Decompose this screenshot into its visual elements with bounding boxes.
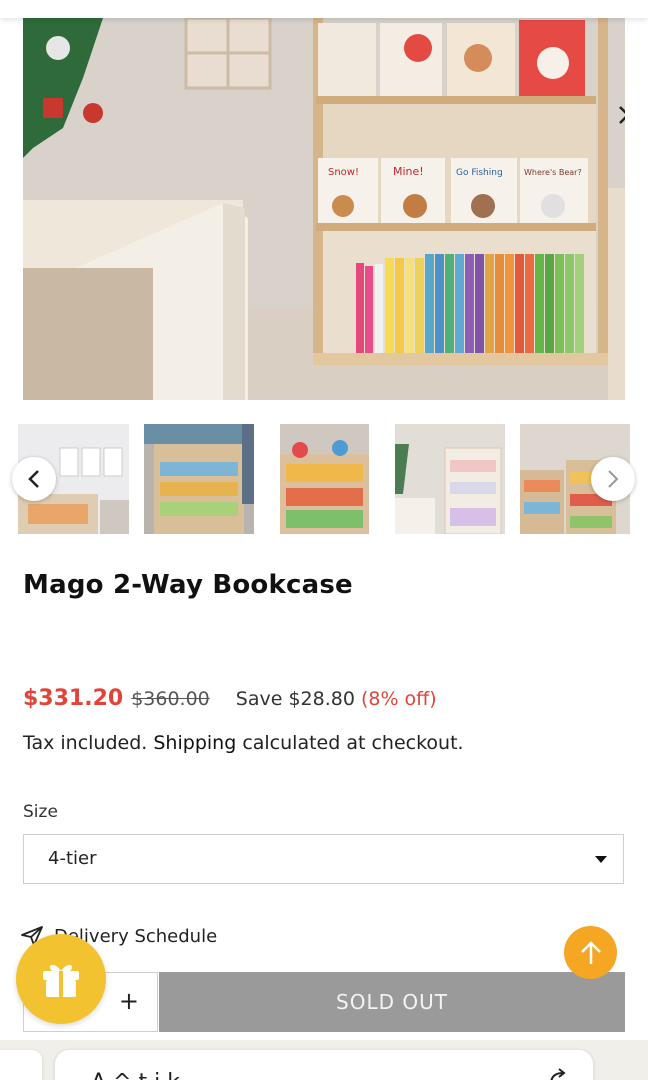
top-bar bbox=[0, 0, 648, 18]
scroll-to-top-button[interactable] bbox=[564, 926, 617, 979]
size-select[interactable]: 4-tier bbox=[23, 834, 624, 884]
thumbnails-prev-button[interactable] bbox=[12, 457, 56, 501]
savings-amount: Save $28.80 bbox=[235, 688, 355, 710]
book-title: Where's Bear? bbox=[524, 168, 582, 177]
product-main-image[interactable]: Snow! Mine! Go Fishing Where's Bear? bbox=[23, 18, 625, 400]
chevron-left-icon bbox=[28, 470, 39, 488]
caret-down-icon bbox=[595, 856, 607, 863]
bottom-banner-text: A ^ t i k bbox=[91, 1070, 180, 1080]
tax-text: Tax included. bbox=[23, 732, 148, 754]
sale-price: $331.20 bbox=[23, 686, 124, 711]
quantity-plus-button[interactable]: + bbox=[119, 987, 139, 1015]
book-title: Snow! bbox=[328, 167, 359, 178]
thumbnail-image bbox=[395, 424, 505, 534]
chevron-right-icon bbox=[619, 106, 625, 124]
arrow-up-icon bbox=[580, 940, 601, 964]
thumbnail-2[interactable] bbox=[144, 424, 254, 534]
price-row: $331.20 $360.00 Save $28.80 (8% off) bbox=[23, 686, 437, 716]
tax-shipping-note: Tax included. Shipping calculated at che… bbox=[23, 732, 464, 754]
thumbnail-image bbox=[280, 424, 369, 534]
gift-icon bbox=[43, 964, 79, 997]
size-label: Size bbox=[23, 802, 58, 822]
shipping-link[interactable]: Shipping bbox=[153, 732, 236, 754]
book-title: Mine! bbox=[393, 165, 424, 178]
size-selected-value: 4-tier bbox=[48, 848, 97, 869]
rewards-gift-button[interactable] bbox=[16, 934, 106, 1024]
hero-next-button[interactable] bbox=[613, 102, 625, 128]
thumbnails-next-button[interactable] bbox=[591, 457, 635, 501]
bookcase-photo: Snow! Mine! Go Fishing Where's Bear? bbox=[23, 18, 625, 400]
bottom-tab[interactable] bbox=[0, 1050, 42, 1080]
thumbnail-4[interactable] bbox=[395, 424, 505, 534]
sold-out-button[interactable]: SOLD OUT bbox=[159, 972, 625, 1032]
bottom-banner[interactable]: A ^ t i k bbox=[55, 1050, 593, 1080]
thumbnail-strip bbox=[0, 424, 648, 534]
savings-percent: (8% off) bbox=[360, 688, 437, 710]
thumbnail-image bbox=[144, 424, 254, 534]
product-title: Mago 2-Way Bookcase bbox=[23, 570, 353, 600]
thumbnail-3[interactable] bbox=[280, 424, 369, 534]
share-icon[interactable] bbox=[547, 1066, 569, 1080]
chevron-right-icon bbox=[608, 470, 619, 488]
compare-at-price: $360.00 bbox=[131, 688, 210, 710]
shipping-text: calculated at checkout. bbox=[242, 732, 464, 754]
book-title: Go Fishing bbox=[456, 168, 503, 178]
